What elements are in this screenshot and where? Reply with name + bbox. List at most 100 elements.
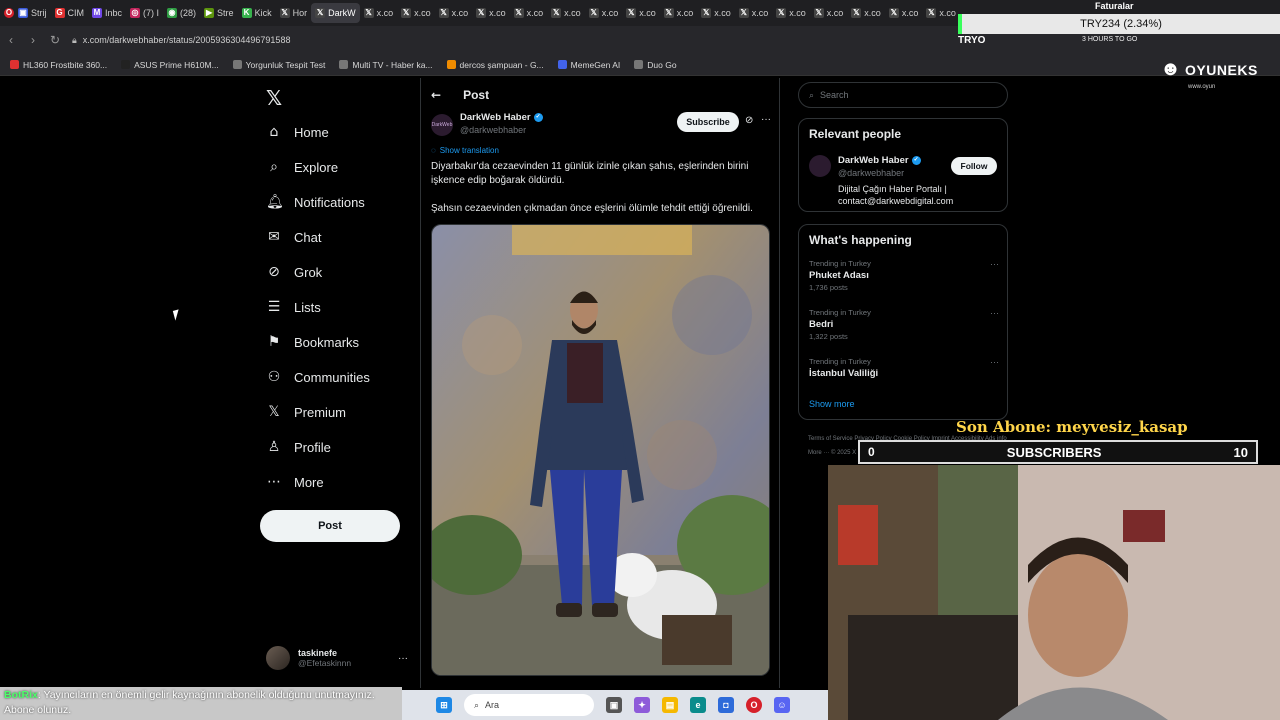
nav-item-notifications[interactable]: 🔔︎ Notifications <box>266 194 365 210</box>
more-icon[interactable]: ··· <box>761 114 771 125</box>
opera-taskbar-icon[interactable]: O <box>746 697 762 713</box>
post-header: ← Post <box>431 88 489 102</box>
browser-tab[interactable]: 𝕏x.co <box>622 3 660 23</box>
store-icon[interactable]: ◘ <box>718 697 734 713</box>
tweet-paragraph-1: Diyarbakır'da cezaevinden 11 günlük izin… <box>431 161 749 186</box>
trend-topic: İstanbul Valiliği <box>809 368 879 379</box>
tweet-photo[interactable] <box>431 224 770 676</box>
opera-icon[interactable]: O <box>4 8 14 18</box>
tab-label: x.co <box>826 8 844 18</box>
browser-tab[interactable]: 𝕏x.co <box>397 3 435 23</box>
account-switcher[interactable]: taskinefe @Efetaskinnn ··· <box>266 646 408 670</box>
windows-taskbar: ⊞ ⌕ Ara ▣ ✦ ▤ e ◘ O ☺ <box>402 690 828 720</box>
browser-tab[interactable]: 𝕏x.co <box>435 3 473 23</box>
url-field[interactable]: 🔒︎ x.com/darkwebhaber/status/20059363044… <box>72 35 290 46</box>
browser-tab[interactable]: 𝕏x.co <box>547 3 585 23</box>
browser-tab[interactable]: 𝕏x.co <box>660 3 698 23</box>
browser-tab[interactable]: 𝕏x.co <box>510 3 548 23</box>
browser-tab[interactable]: 𝕏x.co <box>885 3 923 23</box>
discord-icon[interactable]: ☺ <box>774 697 790 713</box>
copilot-icon[interactable]: ✦ <box>634 697 650 713</box>
avatar <box>266 646 290 670</box>
edge-icon[interactable]: e <box>690 697 706 713</box>
nav-item-bookmarks[interactable]: ⚑ Bookmarks <box>266 334 359 350</box>
reload-icon[interactable]: ↻ <box>44 33 66 47</box>
explore-icon: ⌕ <box>270 159 278 175</box>
nav-label: Lists <box>294 299 321 315</box>
back-icon[interactable]: ‹ <box>0 33 22 47</box>
browser-tab[interactable]: 𝕏x.co <box>697 3 735 23</box>
tab-label: (28) <box>180 8 197 18</box>
browser-tab[interactable]: 𝕏x.co <box>472 3 510 23</box>
back-arrow-icon[interactable]: ← <box>431 88 441 102</box>
nav-item-grok[interactable]: ⊘ Grok <box>266 264 322 280</box>
bookmark-item[interactable]: Yorgunluk Tespit Test <box>232 59 326 70</box>
browser-tab[interactable]: M Inbc <box>88 3 126 23</box>
browser-tab[interactable]: ◉ (28) <box>163 3 200 23</box>
bookmark-favicon-icon <box>10 60 19 69</box>
trend-item[interactable]: Trending in Turkey İstanbul Valiliği ··· <box>809 357 999 381</box>
file-explorer-icon[interactable]: ▤ <box>662 697 678 713</box>
nav-item-explore[interactable]: ⌕ Explore <box>266 159 338 175</box>
browser-tab[interactable]: ▣ Strij <box>14 3 51 23</box>
taskbar-search[interactable]: ⌕ Ara <box>464 694 594 716</box>
author-handle[interactable]: @darkwebhaber <box>460 125 526 135</box>
browser-tab[interactable]: 𝕏x.co <box>772 3 810 23</box>
author-avatar[interactable]: DarkWeb <box>431 114 453 136</box>
browser-tab[interactable]: 𝕏x.co <box>360 3 398 23</box>
trend-item[interactable]: Trending in Turkey Bedri 1,322 posts ··· <box>809 308 999 341</box>
more-icon: ⋯ <box>267 474 281 490</box>
bookmark-item[interactable]: HL360 Frostbite 360... <box>10 60 107 70</box>
tab-label: Kick <box>254 8 272 18</box>
more-icon[interactable]: ··· <box>990 308 999 318</box>
bookmark-item[interactable]: ASUS Prime H610M... <box>121 60 219 70</box>
bookmark-label: Yorgunluk Tespit Test <box>245 59 326 70</box>
search-input[interactable]: ⌕ Search <box>798 82 1008 108</box>
show-translation-link[interactable]: ◌ Show translation <box>431 146 499 155</box>
bookmarks-bar: HL360 Frostbite 360... ASUS Prime H610M..… <box>0 54 1280 76</box>
show-more-link[interactable]: Show more <box>809 399 855 409</box>
windows-start-icon[interactable]: ⊞ <box>436 697 452 713</box>
browser-tab[interactable]: 𝕏x.co <box>847 3 885 23</box>
tab-label: Strij <box>31 8 47 18</box>
more-icon[interactable]: ··· <box>990 357 999 367</box>
bookmark-item[interactable]: dercos şampuan - G... <box>446 60 544 70</box>
subscribe-button[interactable]: Subscribe <box>677 112 739 132</box>
browser-tab[interactable]: 𝕏 Hor <box>276 3 312 23</box>
nav-item-communities[interactable]: ⚇ Communities <box>266 369 370 385</box>
nav-item-chat[interactable]: ✉ Chat <box>266 229 321 245</box>
browser-tab[interactable]: 𝕏x.co <box>585 3 623 23</box>
lists-icon: ☰ <box>267 299 281 315</box>
trend-item[interactable]: Trending in Turkey Phuket Adası 1,736 post… <box>809 259 999 292</box>
follow-button[interactable]: Follow <box>951 157 997 175</box>
nav-item-lists[interactable]: ☰ Lists <box>266 299 321 315</box>
task-view-icon[interactable]: ▣ <box>606 697 622 713</box>
nav-item-more[interactable]: ⋯ More <box>266 474 324 490</box>
browser-tab[interactable]: ▶ Stre <box>200 3 238 23</box>
oyuneks-text: OYUNEKS <box>1185 61 1258 78</box>
browser-tab[interactable]: G CIM <box>51 3 89 23</box>
post-button[interactable]: Post <box>260 510 400 542</box>
browser-tab[interactable]: 𝕏 DarkW <box>311 3 360 23</box>
nav-item-premium[interactable]: 𝕏 Premium <box>266 404 346 420</box>
grok-icon[interactable]: ⊘ <box>745 115 753 126</box>
browser-tab[interactable]: 𝕏x.co <box>922 3 960 23</box>
more-icon[interactable]: ··· <box>990 259 999 269</box>
nav-item-profile[interactable]: ♙ Profile <box>266 439 331 455</box>
browser-tab[interactable]: K Kick <box>238 3 276 23</box>
nav-item-home[interactable]: ⌂ Home <box>266 124 329 140</box>
trend-count: 1,736 posts <box>809 283 848 292</box>
bookmark-item[interactable]: MemeGen AI <box>557 60 620 70</box>
x-logo-icon[interactable]: 𝕏 <box>266 86 282 110</box>
browser-tab[interactable]: ◎ (7) I <box>126 3 163 23</box>
bookmark-item[interactable]: Multi TV - Haber ka... <box>339 60 433 70</box>
grok-icon: ⊘ <box>268 264 280 280</box>
browser-tab[interactable]: 𝕏x.co <box>735 3 773 23</box>
author-name[interactable]: DarkWeb Haber ✓ <box>460 112 543 123</box>
tab-favicon-icon: ◎ <box>130 8 141 18</box>
home-icon: ⌂ <box>269 124 279 140</box>
verified-icon: ✓ <box>911 156 921 165</box>
bookmark-item[interactable]: Duo Go <box>634 60 677 70</box>
forward-icon[interactable]: › <box>22 33 44 47</box>
browser-tab[interactable]: 𝕏x.co <box>810 3 848 23</box>
